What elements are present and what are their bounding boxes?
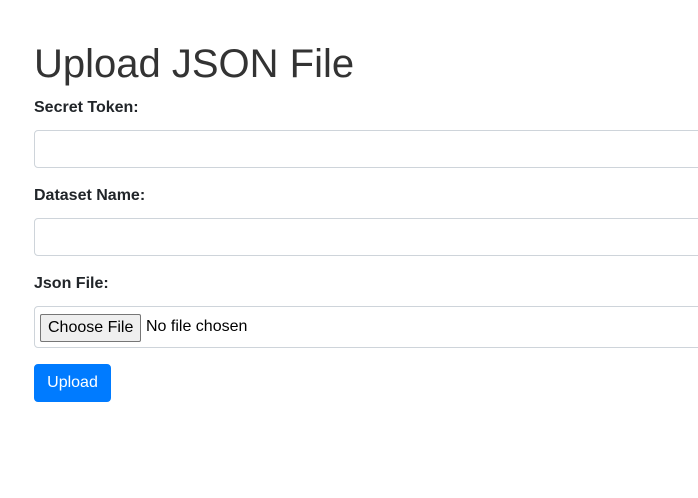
page-title: Upload JSON File: [34, 42, 355, 86]
choose-file-button[interactable]: Choose File: [40, 314, 142, 342]
secret-token-label: Secret Token:: [34, 99, 139, 116]
secret-token-input[interactable]: [34, 130, 698, 168]
json-file-label: Json File:: [34, 275, 109, 292]
json-file-input[interactable]: Choose File No file chosen: [34, 306, 698, 348]
dataset-name-input[interactable]: [34, 218, 698, 256]
file-status-text: No file chosen: [146, 318, 248, 335]
upload-page: Upload JSON File Secret Token: Dataset N…: [0, 0, 698, 498]
upload-button[interactable]: Upload: [34, 364, 111, 402]
dataset-name-label: Dataset Name:: [34, 187, 146, 204]
